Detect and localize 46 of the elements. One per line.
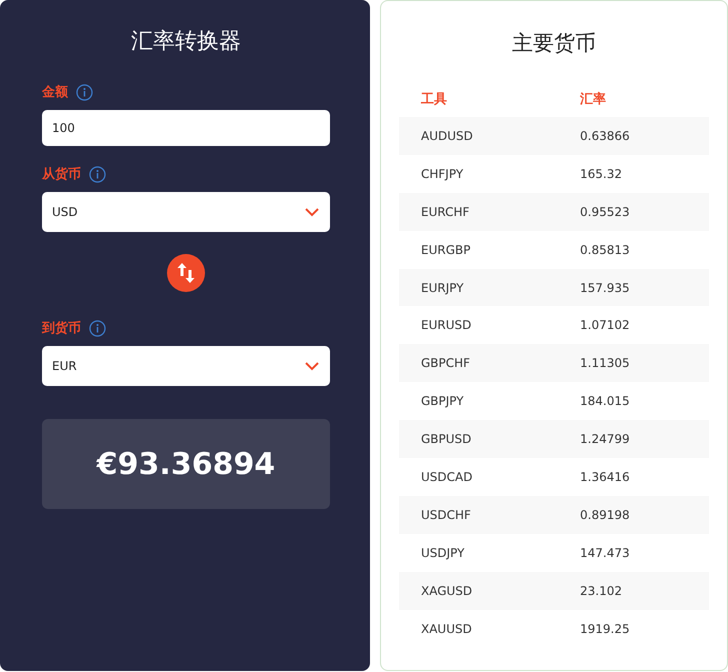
table-cell-text: GBPJPY (420, 394, 465, 408)
info-icon[interactable] (76, 84, 93, 100)
table-cell-text: AUDUSD (420, 128, 474, 143)
table-cell: 1.36416 (580, 470, 630, 484)
table-cell-text: EURUSD (420, 318, 472, 332)
field-label: 到货币 (42, 320, 81, 337)
currency-dropdown[interactable]: EUR (42, 346, 330, 386)
field-label: 金额 (42, 84, 68, 101)
table-cell-text: EURJPY (420, 280, 465, 294)
table-cell-text: USDJPY (420, 546, 466, 560)
table-cell-text: USDCHF (420, 508, 472, 522)
table-cell: 157.935 (580, 280, 630, 294)
table-cell: 0.85813 (580, 242, 630, 257)
table-cell-text: USDCAD (420, 470, 474, 484)
table-cell-text: GBPCHF (420, 356, 472, 370)
table-cell: 165.32 (580, 166, 622, 181)
table-cell: 1919.25 (580, 622, 630, 636)
table-cell: 184.015 (580, 394, 630, 408)
table-cell: 0.89198 (580, 508, 630, 522)
table-cell: 0.95523 (580, 204, 630, 219)
table-cell: 23.102 (580, 584, 622, 598)
table-cell: 1.11305 (580, 356, 630, 370)
column-header: 汇率 (580, 90, 606, 108)
result-amount: €93.36894 (96, 446, 276, 482)
table-cell: 1.24799 (580, 432, 630, 446)
amount-field[interactable]: 100 (42, 110, 330, 146)
chevron-down-icon (304, 361, 320, 371)
table-cell-text: EURCHF (420, 204, 470, 219)
info-icon[interactable] (89, 166, 106, 182)
table-cell-text: GBPUSD (420, 432, 472, 446)
column-header: 工具 (420, 91, 448, 108)
table-cell: 0.63866 (580, 128, 630, 143)
swap-arrows-icon (177, 262, 195, 284)
table-cell-text: EURGBP (420, 242, 472, 257)
info-icon[interactable] (89, 320, 106, 336)
panel-title: 主要货币 (511, 30, 597, 57)
panel-title: 汇率转换器 (130, 28, 242, 56)
table-cell-text: CHFJPY (420, 166, 464, 181)
currency-dropdown[interactable]: USD (42, 192, 330, 232)
table-cell-text: XAGUSD (420, 584, 474, 598)
table-cell: 147.473 (580, 546, 630, 560)
field-label: 从货币 (42, 166, 81, 183)
table-cell-text: XAUUSD (420, 622, 473, 636)
swap-button[interactable] (167, 254, 205, 292)
chevron-down-icon (304, 207, 320, 217)
table-cell: 1.07102 (580, 318, 630, 332)
